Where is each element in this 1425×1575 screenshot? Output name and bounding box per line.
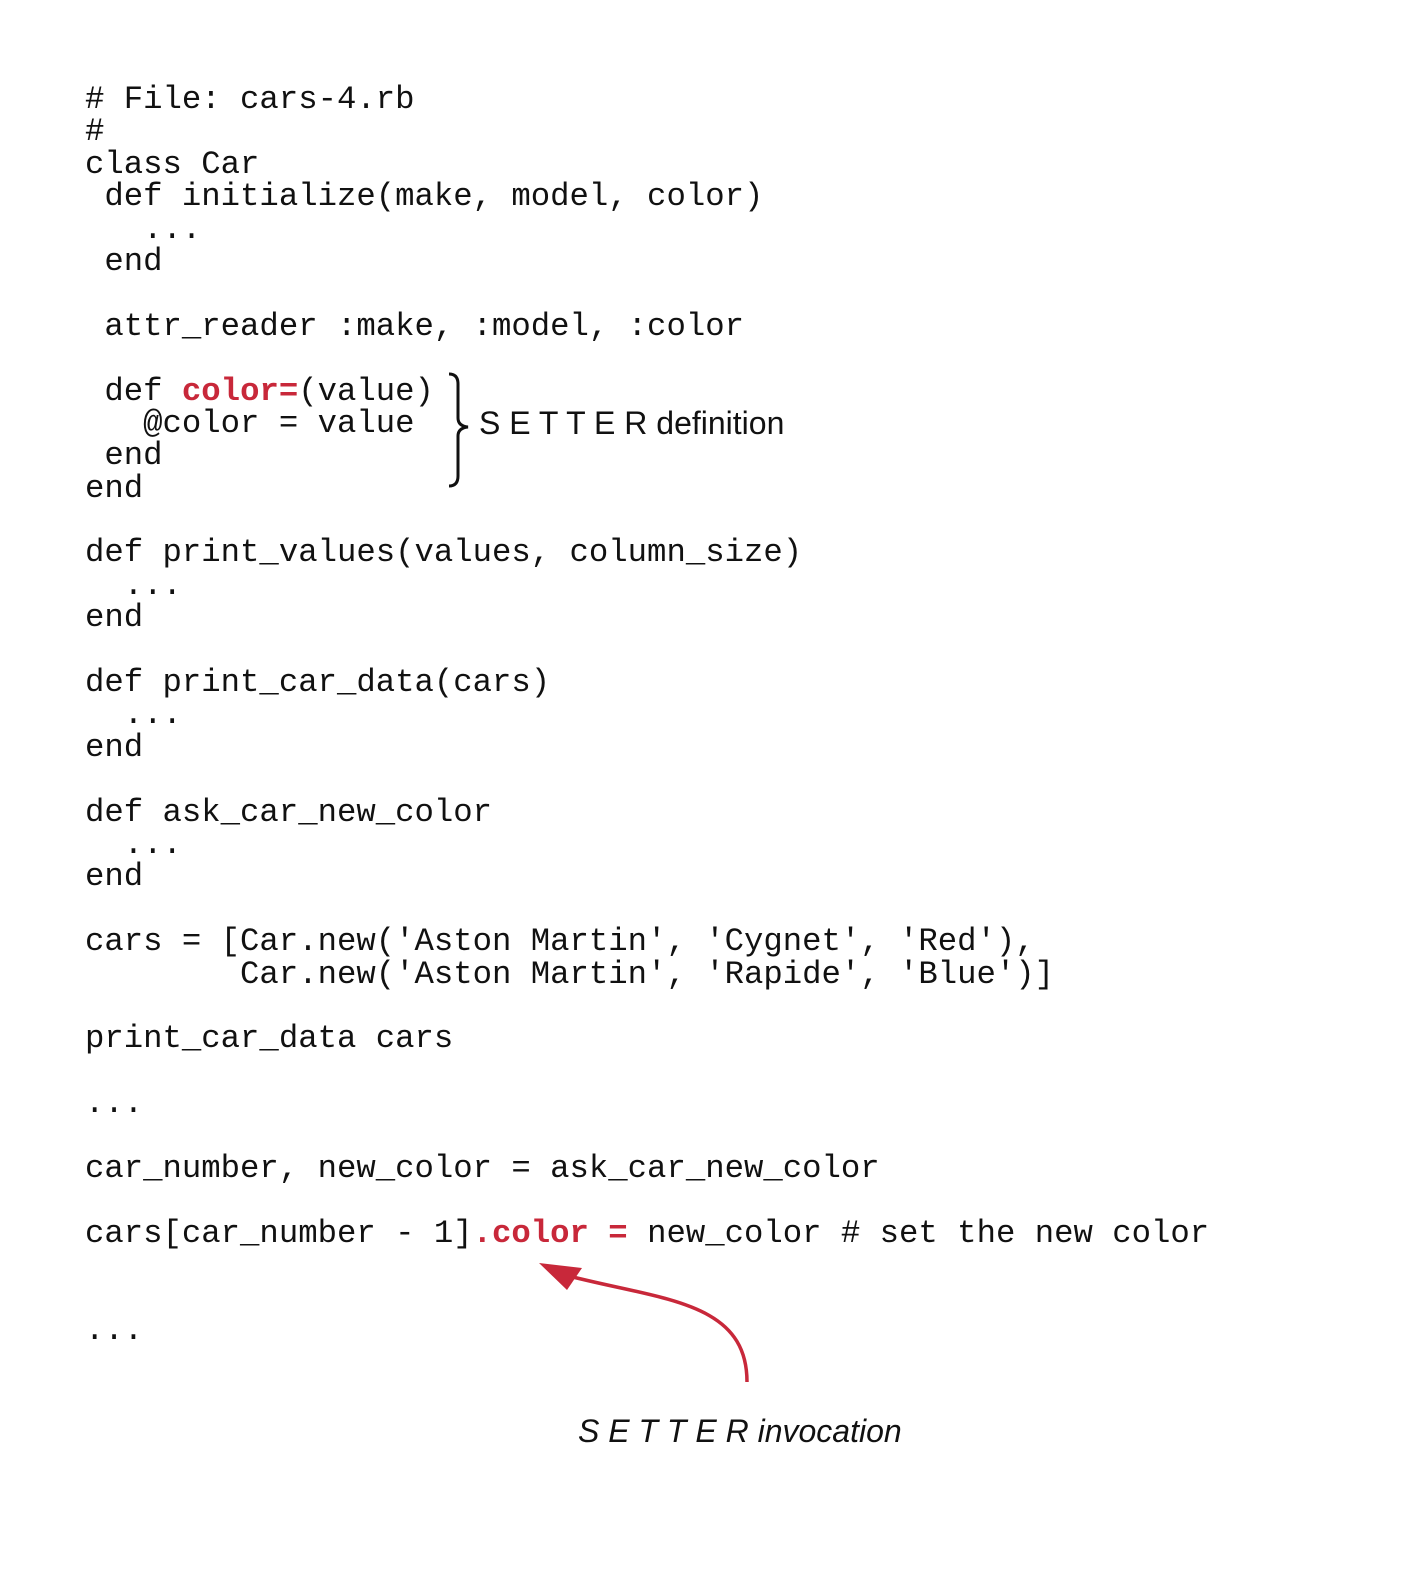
setter-definition-label: S E T T E R definition	[479, 405, 785, 441]
arrow-head	[539, 1263, 582, 1290]
annotation-overlay	[448, 372, 749, 1383]
setter-invocation-label: S E T T E R invocation	[578, 1413, 902, 1449]
curly-brace	[448, 372, 469, 488]
arrow-curve	[564, 1273, 749, 1383]
